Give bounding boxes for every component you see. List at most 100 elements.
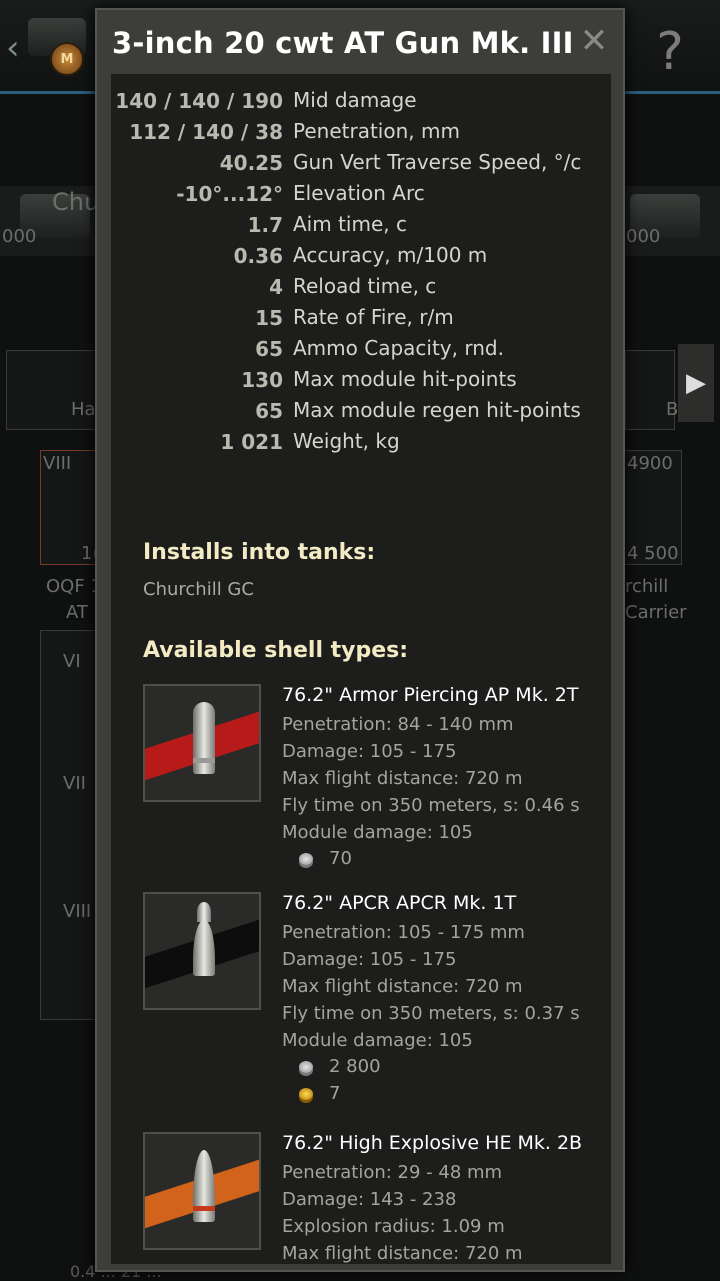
module-name-right-1: rchill bbox=[625, 576, 669, 597]
stat-row: 1.7 Aim time, c bbox=[111, 212, 611, 237]
stat-value: 112 / 140 / 38 bbox=[129, 119, 283, 144]
card-xp-right: 4900 bbox=[627, 453, 673, 474]
shell-name: 76.2" Armor Piercing AP Mk. 2T bbox=[282, 684, 579, 706]
tier-column-left: VI VII VIII bbox=[40, 630, 100, 1020]
shell-details: Penetration: 84 - 140 mm Damage: 105 - 1… bbox=[282, 711, 580, 846]
shell-body bbox=[193, 920, 215, 976]
stat-label: Gun Vert Traverse Speed, °/c bbox=[293, 150, 582, 174]
mastery-badge-icon: M bbox=[50, 42, 84, 76]
stat-row: 4 Reload time, c bbox=[111, 274, 611, 299]
back-arrow-icon[interactable]: ‹ bbox=[6, 28, 20, 68]
price-value: 7 bbox=[329, 1083, 341, 1104]
stat-row: 0.36 Accuracy, m/100 m bbox=[111, 243, 611, 268]
module-card-right[interactable]: 4900 4 500 bbox=[622, 450, 682, 565]
shell-item: 76.2" Armor Piercing AP Mk. 2T Penetrati… bbox=[143, 684, 611, 874]
stat-label: Reload time, c bbox=[293, 274, 437, 298]
stat-row: 112 / 140 / 38 Penetration, mm bbox=[111, 119, 611, 144]
shell-damage: Damage: 143 - 238 bbox=[282, 1189, 457, 1210]
stat-value: -10°...12° bbox=[176, 181, 283, 206]
stat-value: 40.25 bbox=[219, 150, 283, 175]
stat-value: 1.7 bbox=[247, 212, 283, 237]
tab-right[interactable]: B bbox=[625, 350, 679, 430]
shell-flight-distance: Max flight distance: 720 m bbox=[282, 768, 523, 789]
close-icon[interactable]: ✕ bbox=[577, 24, 611, 58]
stat-value: 65 bbox=[255, 336, 283, 361]
stat-label: Max module hit-points bbox=[293, 367, 517, 391]
stat-label: Aim time, c bbox=[293, 212, 407, 236]
shell-module-damage: Module damage: 105 bbox=[282, 822, 473, 843]
shell-penetration: Penetration: 84 - 140 mm bbox=[282, 714, 514, 735]
module-info-dialog: 3-inch 20 cwt AT Gun Mk. III ✕ 140 / 140… bbox=[95, 8, 625, 1272]
stat-row: 140 / 140 / 190 Mid damage bbox=[111, 88, 611, 113]
stat-row: 40.25 Gun Vert Traverse Speed, °/c bbox=[111, 150, 611, 175]
stat-label: Rate of Fire, r/m bbox=[293, 305, 454, 329]
shell-name: 76.2" High Explosive HE Mk. 2B bbox=[282, 1132, 583, 1154]
credits-icon bbox=[299, 852, 313, 865]
shell-name: 76.2" APCR APCR Mk. 1T bbox=[282, 892, 517, 914]
compatible-tank-name: Churchill GC bbox=[143, 579, 254, 600]
shell-flight-distance: Max flight distance: 720 m bbox=[282, 976, 523, 997]
credits-icon bbox=[299, 1060, 313, 1073]
tank-name-left: Chu bbox=[52, 188, 100, 216]
stat-row: 65 Ammo Capacity, rnd. bbox=[111, 336, 611, 361]
shell-band bbox=[193, 1206, 215, 1211]
stat-row: 130 Max module hit-points bbox=[111, 367, 611, 392]
stat-row: 15 Rate of Fire, r/m bbox=[111, 305, 611, 330]
stat-value: 0.36 bbox=[233, 243, 283, 268]
module-name-left-2: AT bbox=[66, 602, 88, 623]
gold-icon bbox=[299, 1087, 313, 1100]
stat-row: -10°...12° Elevation Arc bbox=[111, 181, 611, 206]
shell-details: Penetration: 29 - 48 mm Damage: 143 - 23… bbox=[282, 1159, 523, 1264]
shell-item: 76.2" APCR APCR Mk. 1T Penetration: 105 … bbox=[143, 892, 611, 1112]
shell-tip bbox=[197, 902, 211, 922]
stat-value: 15 bbox=[255, 305, 283, 330]
stat-label: Ammo Capacity, rnd. bbox=[293, 336, 504, 360]
stat-value: 140 / 140 / 190 bbox=[115, 88, 283, 113]
installs-title: Installs into tanks: bbox=[143, 540, 376, 565]
stat-value: 1 021 bbox=[220, 429, 283, 454]
stat-label: Mid damage bbox=[293, 88, 417, 112]
shell-credit-price: 70 bbox=[299, 848, 352, 869]
tab-left[interactable]: Ha bbox=[6, 350, 96, 430]
shell-damage: Damage: 105 - 175 bbox=[282, 741, 457, 762]
shell-band bbox=[193, 758, 215, 763]
help-icon[interactable]: ? bbox=[640, 22, 700, 82]
stat-label: Weight, kg bbox=[293, 429, 400, 453]
module-card-left[interactable]: VIII 1( bbox=[40, 450, 100, 565]
shell-body bbox=[193, 1150, 215, 1222]
stat-label: Max module regen hit-points bbox=[293, 398, 581, 422]
shell-credit-price: 2 800 bbox=[299, 1056, 381, 1077]
tab-left-label: Ha bbox=[71, 399, 96, 420]
stat-row: 1 021 Weight, kg bbox=[111, 429, 611, 454]
shell-details: Penetration: 105 - 175 mm Damage: 105 - … bbox=[282, 919, 580, 1054]
shell-module-damage: Module damage: 105 bbox=[282, 1030, 473, 1051]
price-right: 000 bbox=[626, 226, 661, 247]
dialog-content-panel[interactable]: 140 / 140 / 190 Mid damage 112 / 140 / 3… bbox=[111, 74, 611, 1264]
scroll-right-arrow-icon[interactable]: ▶ bbox=[678, 344, 714, 422]
shell-fly-time: Fly time on 350 meters, s: 0.37 s bbox=[282, 1003, 580, 1024]
stat-label: Accuracy, m/100 m bbox=[293, 243, 488, 267]
stat-label: Elevation Arc bbox=[293, 181, 425, 205]
stat-value: 130 bbox=[241, 367, 283, 392]
module-name-left-1: OQF 1 bbox=[46, 576, 102, 597]
tier-viii-label: VIII bbox=[63, 901, 92, 922]
shell-flight-distance: Max flight distance: 720 m bbox=[282, 1243, 523, 1264]
stat-value: 65 bbox=[255, 398, 283, 423]
price-value: 2 800 bbox=[329, 1056, 381, 1077]
module-name-right-2: Carrier bbox=[625, 602, 687, 623]
shell-body bbox=[193, 702, 215, 774]
stat-row: 65 Max module regen hit-points bbox=[111, 398, 611, 423]
he-shell-icon bbox=[143, 1132, 261, 1250]
shell-damage: Damage: 105 - 175 bbox=[282, 949, 457, 970]
ap-shell-icon bbox=[143, 684, 261, 802]
price-left: 000 bbox=[2, 226, 37, 247]
tab-right-label: B bbox=[666, 399, 679, 420]
shell-explosion-radius: Explosion radius: 1.09 m bbox=[282, 1216, 505, 1237]
apcr-shell-icon bbox=[143, 892, 261, 1010]
stat-label: Penetration, mm bbox=[293, 119, 460, 143]
price-value: 70 bbox=[329, 848, 352, 869]
shell-types-title: Available shell types: bbox=[143, 638, 409, 663]
tier-vii-label: VII bbox=[63, 773, 86, 794]
stat-value: 4 bbox=[269, 274, 283, 299]
shell-item: 76.2" High Explosive HE Mk. 2B Penetrati… bbox=[143, 1132, 611, 1264]
